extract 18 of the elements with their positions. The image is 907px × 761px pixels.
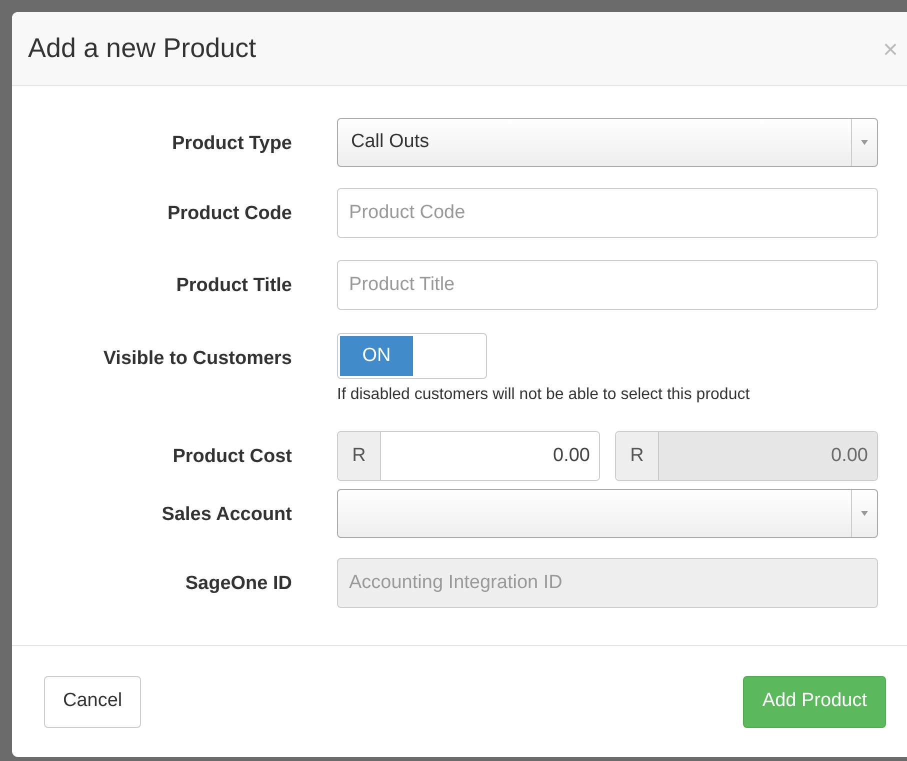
cancel-button[interactable]: Cancel: [44, 676, 142, 728]
add-button[interactable]: Add Product: [743, 676, 886, 728]
caret-icon: [861, 140, 868, 145]
dialog-title: Add a new Product: [28, 32, 256, 66]
field-label: Product Title: [176, 275, 292, 296]
field-label: Product Cost: [172, 446, 292, 467]
field-label: SageOne ID: [185, 573, 292, 594]
caret-icon: [861, 511, 868, 516]
field-label: Product Code: [167, 203, 292, 224]
select-field[interactable]: Call Outs: [337, 118, 878, 167]
field-label: Product Type: [172, 133, 292, 154]
help-text: If disabled customers will not be able to select this product: [337, 385, 751, 405]
field-label: Visible to Customers: [103, 348, 292, 369]
input-field[interactable]: Product Code: [337, 188, 878, 238]
select-field[interactable]: [337, 489, 878, 538]
input-field[interactable]: Product Title: [337, 260, 878, 310]
toggle-switch[interactable]: ON: [337, 333, 487, 379]
field-label: Sales Account: [162, 504, 292, 525]
